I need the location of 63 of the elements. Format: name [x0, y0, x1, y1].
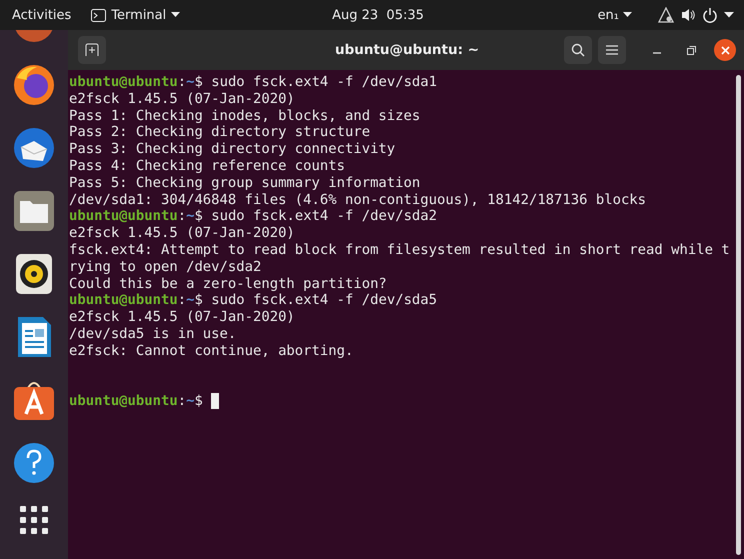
- prompt-symbol: $: [194, 208, 203, 226]
- output-line: Pass 2: Checking directory structure: [69, 124, 370, 142]
- command-text: sudo fsck.ext4 -f /dev/sda5: [210, 292, 438, 310]
- menu-icon: [606, 45, 618, 55]
- help-icon[interactable]: [13, 442, 55, 484]
- output-line: rying to open /dev/sda2: [69, 258, 262, 276]
- output-line: e2fsck 1.45.5 (07-Jan-2020): [69, 309, 295, 326]
- activities-button[interactable]: Activities: [12, 8, 72, 22]
- prompt-user: ubuntu@ubuntu: [69, 292, 178, 310]
- mail-icon[interactable]: [13, 127, 55, 169]
- prompt-separator: :: [178, 292, 186, 310]
- prompt-user: ubuntu@ubuntu: [69, 74, 178, 91]
- clock[interactable]: Aug 23 05:35: [332, 8, 424, 22]
- output-line: Pass 3: Checking directory connectivity: [69, 141, 396, 158]
- restore-icon: [686, 46, 696, 54]
- caret-icon: [171, 12, 180, 18]
- prompt-separator: :: [178, 74, 186, 91]
- close-button[interactable]: [714, 39, 736, 61]
- caret-icon[interactable]: [724, 12, 734, 18]
- output-line: Pass 5: Checking group summary information: [69, 174, 420, 192]
- keyboard-layout-menu[interactable]: en₁: [598, 8, 632, 22]
- shopping-bag-icon[interactable]: [13, 379, 55, 421]
- output-line: Could this be a zero-length partition?: [69, 276, 387, 292]
- new-tab-button[interactable]: [78, 36, 106, 64]
- output-line: fsck.ext4: Attempt to read block from filesystem resulted in short read while t: [69, 242, 730, 259]
- output-line: e2fsck: Cannot continue, aborting.: [69, 342, 354, 360]
- prompt-symbol: $: [194, 74, 203, 91]
- menu-button[interactable]: [598, 36, 626, 64]
- folder-icon[interactable]: [13, 190, 55, 232]
- speaker-icon[interactable]: [13, 253, 55, 295]
- prompt-path: ~: [186, 208, 194, 226]
- output-line: /dev/sda5 is in use.: [69, 326, 236, 343]
- prompt-path: ~: [186, 393, 194, 410]
- terminal-icon: [91, 8, 106, 22]
- prompt-symbol: $: [194, 292, 203, 310]
- prompt-separator: :: [178, 208, 186, 226]
- prompt-user: ubuntu@ubuntu: [69, 208, 178, 226]
- command-text: sudo fsck.ext4 -f /dev/sda2: [210, 208, 438, 226]
- output-line: Pass 4: Checking reference counts: [69, 158, 345, 175]
- output-line: e2fsck 1.45.5 (07-Jan-2020): [69, 90, 295, 108]
- new-tab-icon: [85, 43, 99, 57]
- output-line: e2fsck 1.45.5 (07-Jan-2020): [69, 225, 295, 242]
- app-icon[interactable]: [13, 30, 55, 43]
- browser-icon[interactable]: [13, 64, 55, 106]
- prompt-user: ubuntu@ubuntu: [69, 393, 178, 410]
- output-line: Pass 1: Checking inodes, blocks, and sizes: [69, 108, 420, 124]
- command-text: sudo fsck.ext4 -f /dev/sda1: [210, 74, 438, 91]
- output-line: /dev/sda1: 304/46848 files (4.6% non-contiguous), 18142/187136 blocks: [69, 192, 646, 208]
- scrollbar[interactable]: [736, 75, 741, 555]
- search-icon: [571, 43, 585, 57]
- prompt-symbol: $: [194, 393, 203, 410]
- power-icon[interactable]: [702, 7, 718, 23]
- prompt-separator: :: [178, 393, 186, 410]
- caret-icon: [623, 12, 632, 18]
- search-button[interactable]: [564, 36, 592, 64]
- network-icon[interactable]: [658, 7, 674, 23]
- close-icon: [720, 46, 730, 54]
- app-grid-icon[interactable]: [19, 505, 49, 535]
- prompt-path: ~: [186, 74, 194, 91]
- prompt-path: ~: [186, 292, 194, 310]
- window-title: ubuntu@ubuntu: ~: [334, 42, 480, 58]
- app-menu[interactable]: Terminal: [91, 8, 180, 22]
- volume-icon[interactable]: [680, 7, 696, 23]
